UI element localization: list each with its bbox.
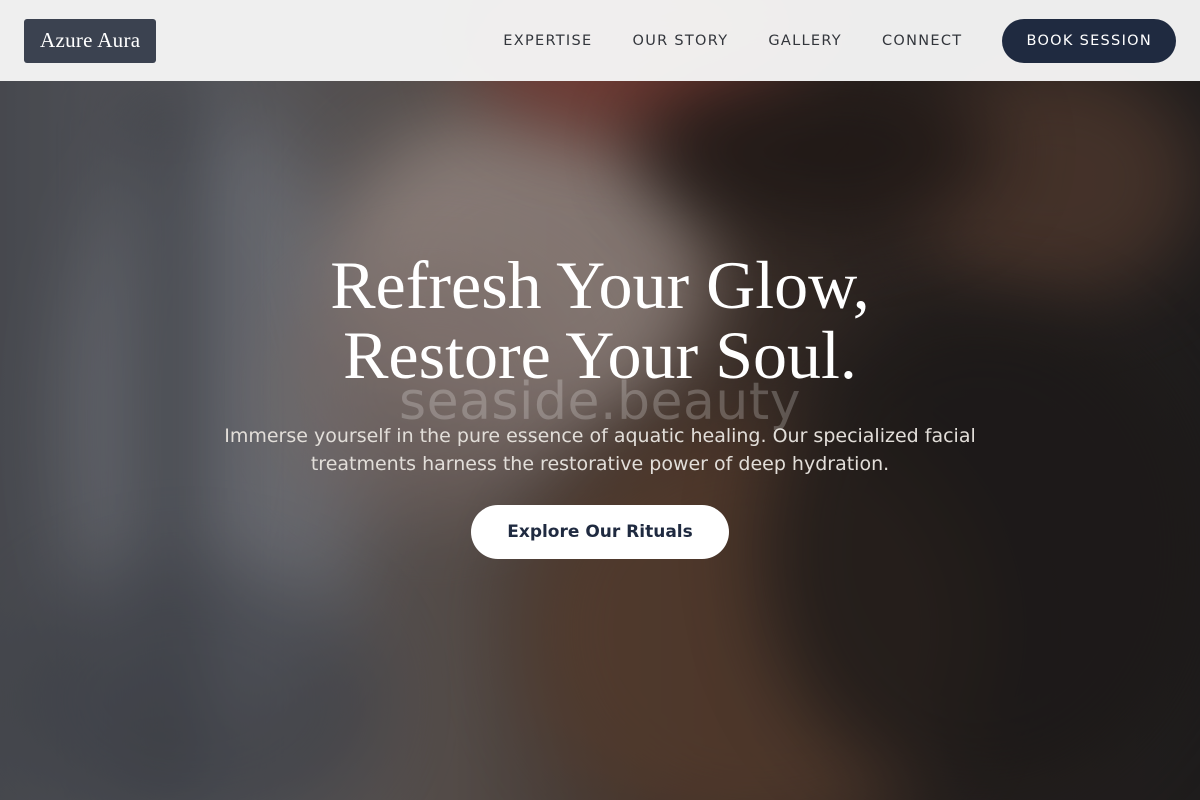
subtext-line-2: treatments harness the restorative power…	[310, 453, 890, 475]
hero-subtext: Immerse yourself in the pure essence of …	[150, 422, 1050, 478]
nav-link-our-story[interactable]: OUR STORY	[632, 33, 728, 49]
nav-link-connect[interactable]: CONNECT	[882, 33, 962, 49]
nav-link-expertise[interactable]: EXPERTISE	[503, 33, 592, 49]
headline-line-1: Refresh Your Glow,	[330, 247, 870, 323]
hero-headline: Refresh Your Glow, Restore Your Soul.	[0, 250, 1200, 390]
subtext-line-1: Immerse yourself in the pure essence of …	[224, 425, 976, 447]
brand-logo[interactable]: Azure Aura	[24, 18, 157, 63]
hero-heading-block: Refresh Your Glow, Restore Your Soul.	[0, 250, 1200, 390]
nav-link-gallery[interactable]: GALLERY	[768, 33, 842, 49]
landing-page: Azure Aura EXPERTISE OUR STORY GALLERY C…	[0, 0, 1200, 800]
explore-rituals-button[interactable]: Explore Our Rituals	[471, 505, 729, 559]
site-header: Azure Aura EXPERTISE OUR STORY GALLERY C…	[0, 0, 1200, 81]
headline-line-2: Restore Your Soul.	[343, 317, 857, 393]
hero-background-image	[0, 0, 1200, 800]
main-nav: EXPERTISE OUR STORY GALLERY CONNECT BOOK…	[503, 18, 1176, 63]
book-session-button[interactable]: BOOK SESSION	[1002, 18, 1176, 63]
